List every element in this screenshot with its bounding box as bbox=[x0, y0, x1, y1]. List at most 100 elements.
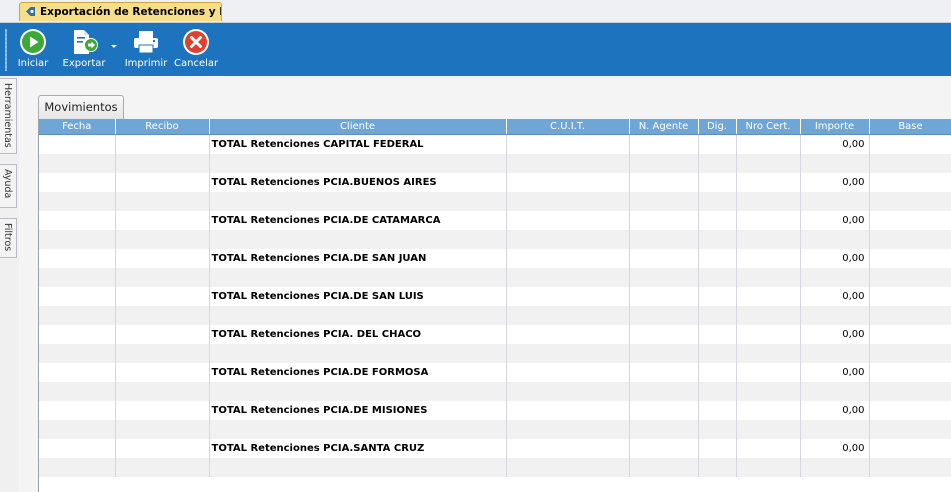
table-row[interactable] bbox=[39, 268, 951, 287]
cell-nro-cert[interactable] bbox=[736, 382, 801, 401]
cell-base[interactable] bbox=[869, 249, 951, 268]
cell-base[interactable] bbox=[869, 325, 951, 344]
movimientos-grid[interactable]: Fecha Recibo Cliente C.U.I.T. N. Agente … bbox=[38, 119, 951, 492]
column-header-fecha[interactable]: Fecha bbox=[39, 119, 116, 135]
table-row[interactable]: TOTAL Retenciones PCIA.BUENOS AIRES 0,00 bbox=[39, 173, 951, 192]
cell-cuit[interactable] bbox=[506, 420, 630, 439]
cell-recibo[interactable] bbox=[115, 382, 210, 401]
table-row[interactable]: TOTAL Retenciones PCIA.DE SAN JUAN 0,00 bbox=[39, 249, 951, 268]
cell-recibo[interactable] bbox=[115, 134, 210, 154]
cell-nro-cert[interactable] bbox=[736, 401, 801, 420]
cell-n-agente[interactable] bbox=[629, 306, 699, 325]
cell-nro-cert[interactable] bbox=[736, 154, 801, 173]
cancelar-button[interactable]: Cancelar bbox=[174, 25, 218, 73]
cell-importe[interactable]: 0,00 bbox=[800, 249, 870, 268]
cell-n-agente[interactable] bbox=[629, 344, 699, 363]
cell-nro-cert[interactable] bbox=[736, 173, 801, 192]
cell-cliente[interactable]: TOTAL Retenciones PCIA.BUENOS AIRES bbox=[209, 173, 507, 192]
cell-base[interactable] bbox=[869, 268, 951, 287]
cell-cuit[interactable] bbox=[506, 211, 630, 230]
cell-base[interactable] bbox=[869, 363, 951, 382]
cell-dig[interactable] bbox=[698, 211, 737, 230]
table-row[interactable] bbox=[39, 382, 951, 401]
cell-fecha[interactable] bbox=[39, 268, 116, 287]
cell-cuit[interactable] bbox=[506, 268, 630, 287]
cell-fecha[interactable] bbox=[39, 230, 116, 249]
cell-fecha[interactable] bbox=[39, 211, 116, 230]
cell-n-agente[interactable] bbox=[629, 192, 699, 211]
cell-importe[interactable]: 0,00 bbox=[800, 439, 870, 458]
cell-recibo[interactable] bbox=[115, 173, 210, 192]
cell-nro-cert[interactable] bbox=[736, 192, 801, 211]
cell-cuit[interactable] bbox=[506, 439, 630, 458]
column-header-cliente[interactable]: Cliente bbox=[209, 119, 507, 135]
cell-base[interactable] bbox=[869, 420, 951, 439]
cell-dig[interactable] bbox=[698, 325, 737, 344]
table-row[interactable]: TOTAL Retenciones CAPITAL FEDERAL 0,00 bbox=[39, 134, 951, 154]
column-header-base[interactable]: Base bbox=[869, 119, 951, 135]
cell-dig[interactable] bbox=[698, 173, 737, 192]
column-header-importe[interactable]: Importe bbox=[800, 119, 870, 135]
cell-importe[interactable] bbox=[800, 420, 870, 439]
cell-cuit[interactable] bbox=[506, 363, 630, 382]
cell-dig[interactable] bbox=[698, 249, 737, 268]
cell-importe[interactable]: 0,00 bbox=[800, 287, 870, 306]
cell-recibo[interactable] bbox=[115, 249, 210, 268]
cell-cliente[interactable] bbox=[209, 192, 507, 211]
table-row[interactable]: TOTAL Retenciones PCIA. DEL CHACO 0,00 bbox=[39, 325, 951, 344]
cell-n-agente[interactable] bbox=[629, 249, 699, 268]
cell-cliente[interactable] bbox=[209, 344, 507, 363]
cell-base[interactable] bbox=[869, 382, 951, 401]
cell-recibo[interactable] bbox=[115, 211, 210, 230]
cell-n-agente[interactable] bbox=[629, 382, 699, 401]
cell-dig[interactable] bbox=[698, 382, 737, 401]
cell-nro-cert[interactable] bbox=[736, 325, 801, 344]
cell-recibo[interactable] bbox=[115, 306, 210, 325]
cell-n-agente[interactable] bbox=[629, 363, 699, 382]
cell-recibo[interactable] bbox=[115, 325, 210, 344]
cell-fecha[interactable] bbox=[39, 382, 116, 401]
cell-cuit[interactable] bbox=[506, 173, 630, 192]
cell-fecha[interactable] bbox=[39, 458, 116, 477]
cell-fecha[interactable] bbox=[39, 420, 116, 439]
cell-cuit[interactable] bbox=[506, 382, 630, 401]
cell-nro-cert[interactable] bbox=[736, 458, 801, 477]
cell-n-agente[interactable] bbox=[629, 439, 699, 458]
cell-fecha[interactable] bbox=[39, 154, 116, 173]
table-row[interactable]: TOTAL Retenciones PCIA.SANTA CRUZ 0,00 bbox=[39, 439, 951, 458]
cell-importe[interactable] bbox=[800, 268, 870, 287]
cell-nro-cert[interactable] bbox=[736, 344, 801, 363]
cell-dig[interactable] bbox=[698, 401, 737, 420]
cell-nro-cert[interactable] bbox=[736, 211, 801, 230]
cell-recibo[interactable] bbox=[115, 287, 210, 306]
cell-nro-cert[interactable] bbox=[736, 249, 801, 268]
cell-cuit[interactable] bbox=[506, 344, 630, 363]
cell-cuit[interactable] bbox=[506, 249, 630, 268]
cell-importe[interactable]: 0,00 bbox=[800, 363, 870, 382]
cell-recibo[interactable] bbox=[115, 458, 210, 477]
cell-n-agente[interactable] bbox=[629, 154, 699, 173]
table-row[interactable]: TOTAL Retenciones PCIA.DE FORMOSA 0,00 bbox=[39, 363, 951, 382]
cell-recibo[interactable] bbox=[115, 230, 210, 249]
cell-nro-cert[interactable] bbox=[736, 420, 801, 439]
cell-nro-cert[interactable] bbox=[736, 287, 801, 306]
cell-nro-cert[interactable] bbox=[736, 306, 801, 325]
cell-fecha[interactable] bbox=[39, 192, 116, 211]
cell-recibo[interactable] bbox=[115, 401, 210, 420]
column-header-nro-cert[interactable]: Nro Cert. bbox=[736, 119, 801, 135]
cell-fecha[interactable] bbox=[39, 249, 116, 268]
cell-dig[interactable] bbox=[698, 420, 737, 439]
table-row[interactable] bbox=[39, 306, 951, 325]
cell-cliente[interactable] bbox=[209, 420, 507, 439]
cell-recibo[interactable] bbox=[115, 363, 210, 382]
cell-dig[interactable] bbox=[698, 363, 737, 382]
cell-base[interactable] bbox=[869, 230, 951, 249]
cell-n-agente[interactable] bbox=[629, 401, 699, 420]
cell-cuit[interactable] bbox=[506, 401, 630, 420]
exportar-button[interactable]: Exportar bbox=[60, 25, 108, 73]
cell-cuit[interactable] bbox=[506, 458, 630, 477]
cell-importe[interactable] bbox=[800, 154, 870, 173]
cell-importe[interactable]: 0,00 bbox=[800, 325, 870, 344]
cell-base[interactable] bbox=[869, 344, 951, 363]
cell-cliente[interactable]: TOTAL Retenciones PCIA.DE FORMOSA bbox=[209, 363, 507, 382]
